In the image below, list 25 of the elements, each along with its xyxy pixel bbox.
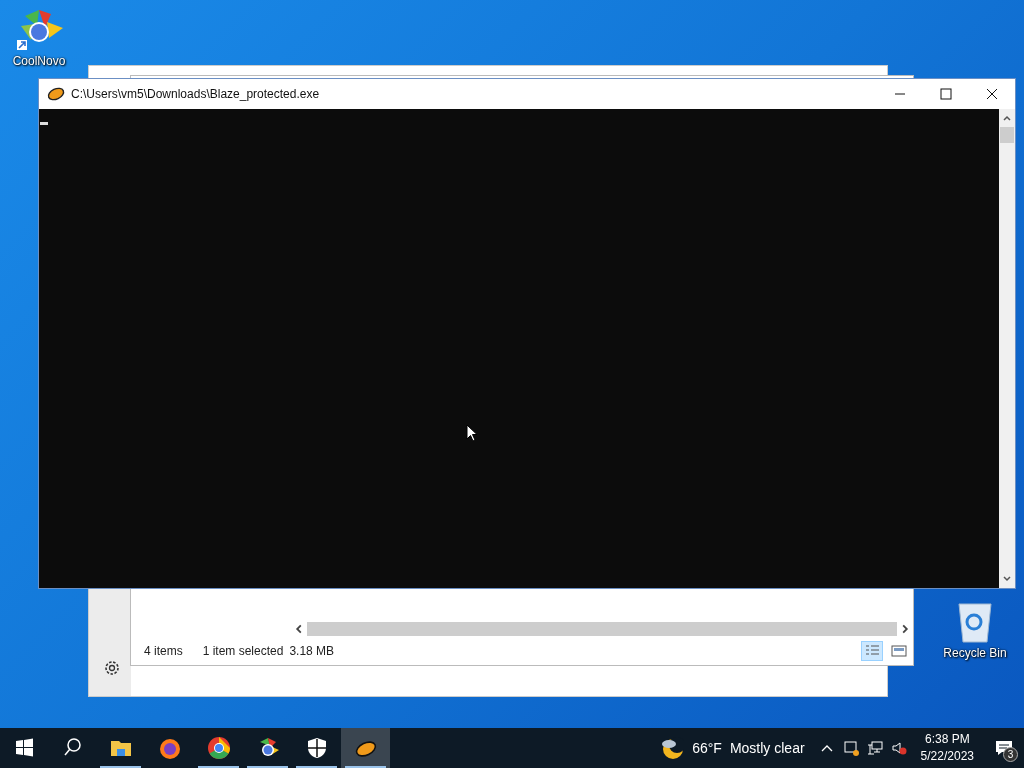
network-warning-icon[interactable] bbox=[842, 740, 859, 756]
notification-badge: 3 bbox=[1003, 747, 1018, 762]
horizontal-scrollbar[interactable] bbox=[307, 622, 897, 636]
vertical-scrollbar[interactable] bbox=[999, 109, 1015, 588]
leaf-icon bbox=[47, 87, 65, 101]
moon-cloud-icon[interactable] bbox=[660, 736, 685, 760]
window-title: C:\Users\vm5\Downloads\Blaze_protected.exe bbox=[71, 87, 320, 101]
mouse-pointer-icon bbox=[466, 424, 478, 442]
text-cursor bbox=[40, 122, 48, 125]
status-text: 4 items bbox=[144, 644, 183, 658]
scroll-thumb[interactable] bbox=[1000, 127, 1014, 143]
browser-icon[interactable] bbox=[15, 8, 63, 52]
computer-icon[interactable] bbox=[866, 740, 883, 756]
icon-label[interactable]: Recycle Bin bbox=[943, 646, 1007, 660]
speaker-muted-icon[interactable] bbox=[890, 740, 907, 756]
weather-text[interactable]: Mostly clear bbox=[729, 740, 805, 756]
temperature-text[interactable]: 66°F bbox=[692, 740, 722, 756]
status-text: 1 item selected bbox=[202, 644, 284, 658]
icon-label[interactable]: CoolNovo bbox=[12, 54, 66, 68]
clock-date[interactable]: 5/22/2023 bbox=[920, 748, 974, 765]
status-text: 3.18 MB bbox=[289, 644, 335, 658]
taskbar-app-button[interactable] bbox=[341, 728, 390, 768]
thumbnail-view-button[interactable] bbox=[889, 642, 909, 660]
clock-time[interactable]: 6:38 PM bbox=[924, 731, 970, 748]
browser-icon bbox=[206, 736, 231, 760]
